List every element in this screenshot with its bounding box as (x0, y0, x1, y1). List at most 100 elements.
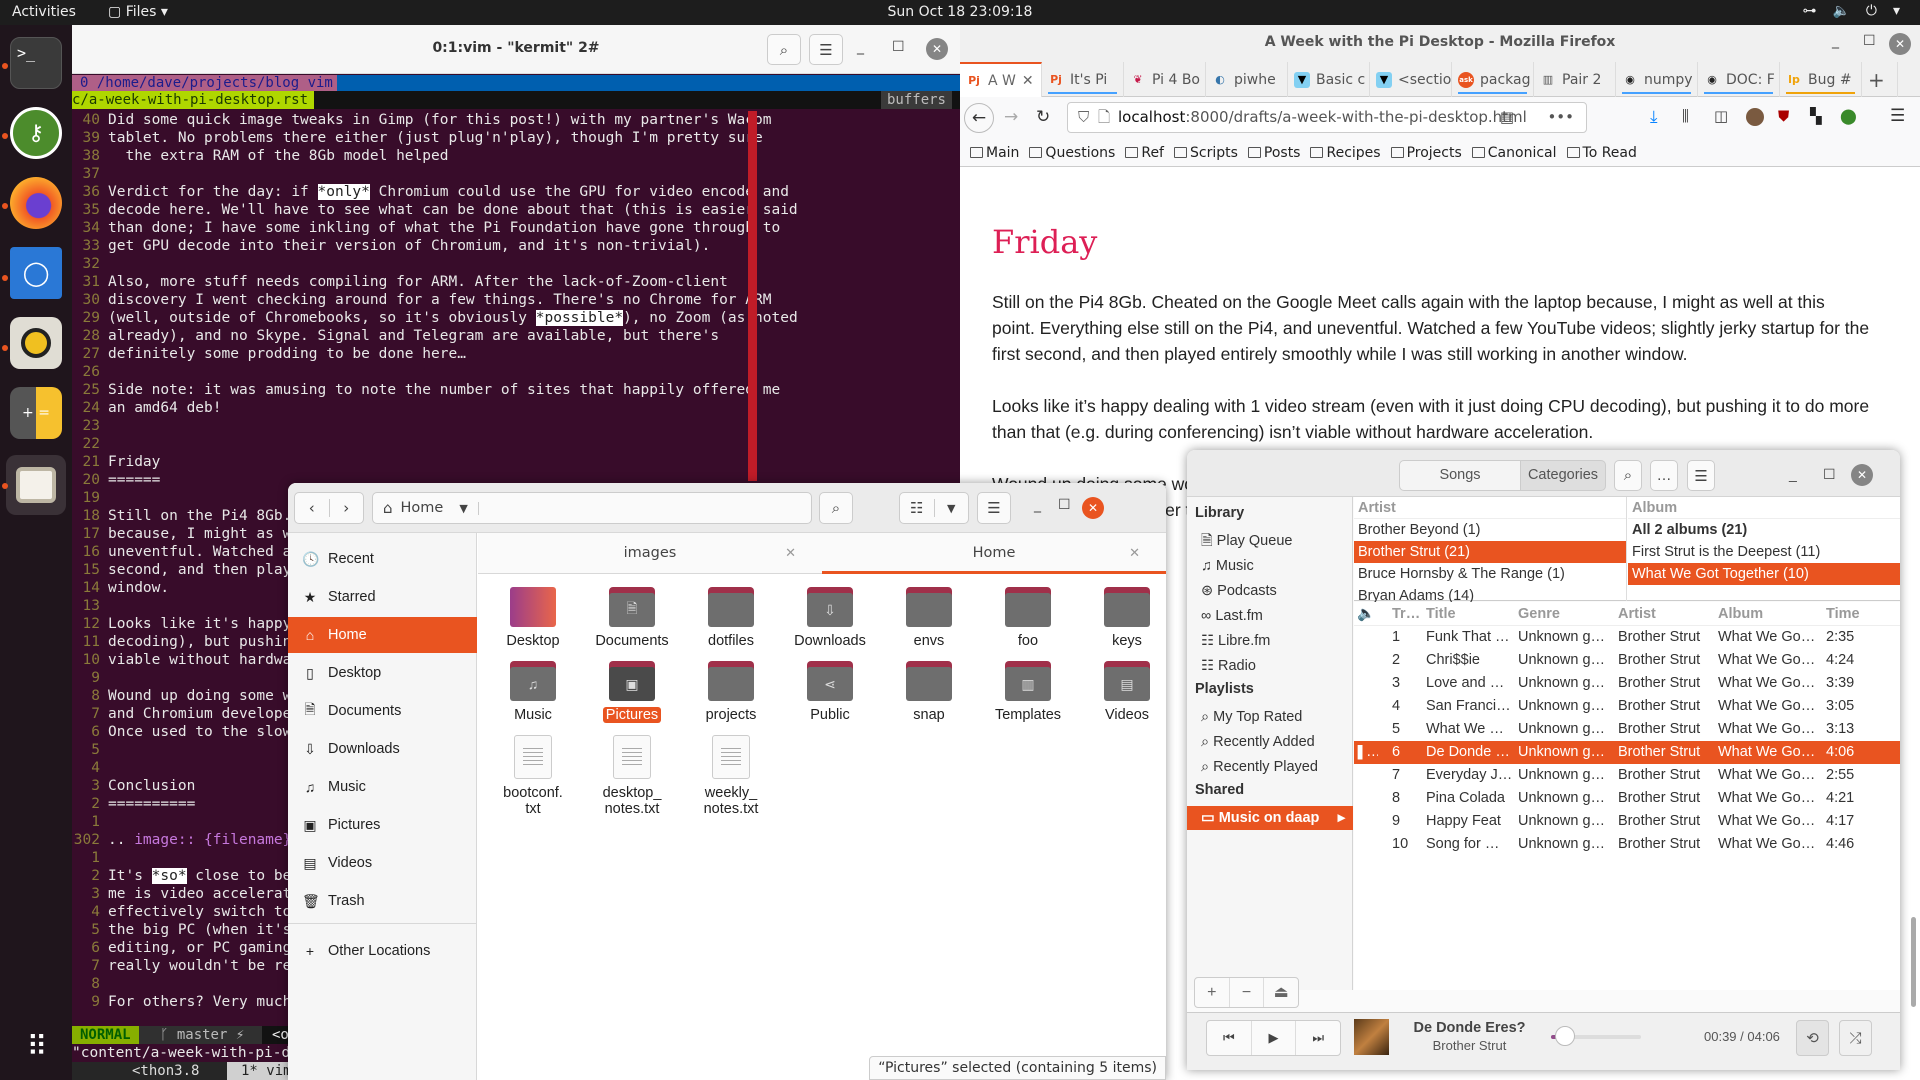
album-row[interactable]: What We Got Together (10) (1628, 563, 1900, 585)
chevron-down-icon[interactable]: ▼ (459, 501, 479, 515)
artist-row[interactable]: Bruce Hornsby & The Range (1) (1354, 563, 1626, 585)
tab-close-icon[interactable]: ✕ (1022, 73, 1034, 89)
power-icon[interactable]: ⏻ (1866, 3, 1877, 19)
show-applications-icon[interactable]: ⠿ (10, 1020, 62, 1072)
track-row[interactable]: ❚❚ 6 De Donde … Unknown g… Brother Strut What… (1354, 741, 1900, 764)
sidebar-item-other-locations[interactable]: + Other Locations (288, 933, 477, 969)
dock-rhythmbox-icon[interactable] (10, 317, 62, 369)
file-item[interactable]: snap (880, 661, 978, 723)
sidebar-icon[interactable]: ◫ (1714, 107, 1728, 125)
reload-button[interactable]: ↻ (1036, 107, 1050, 127)
activities-button[interactable]: Activities (12, 4, 76, 20)
back-button[interactable]: ‹ (295, 499, 330, 517)
menu-button[interactable]: ☰ (1687, 460, 1715, 491)
extensions-grid-icon[interactable]: ▚ (1810, 107, 1822, 125)
maximize-button[interactable]: ☐ (892, 39, 905, 55)
menu-arrow-icon[interactable]: ▾ (1893, 3, 1900, 19)
account-avatar[interactable] (1746, 108, 1764, 126)
browser-tab[interactable]: ◐ piwhe (1206, 62, 1288, 97)
sidebar-item-play-queue[interactable]: 🗎 Play Queue (1187, 529, 1353, 553)
track-row[interactable]: 1 Funk That … Unknown g… Brother Strut What … (1354, 626, 1900, 649)
column-header-genre[interactable]: Genre (1514, 602, 1614, 625)
menu-button[interactable]: ☰ (977, 492, 1011, 524)
hamburger-icon[interactable]: ☰ (1890, 106, 1905, 126)
close-button[interactable]: ✕ (926, 38, 948, 60)
library-icon[interactable]: ⫼ (1682, 107, 1689, 125)
sidebar-item-libre-fm[interactable]: ☷ Libre.fm (1187, 629, 1353, 653)
album-row[interactable]: All 2 albums (21) (1628, 519, 1900, 541)
dock-keepassxc-icon[interactable]: ⚷ (10, 107, 62, 159)
rhythmbox-headerbar[interactable]: Songs Categories ⌕ … ☰ _ ☐ ✕ (1187, 450, 1900, 497)
sidebar-item-music[interactable]: ♫ Music (288, 769, 477, 805)
browser-tab[interactable]: ▼ Basic c (1288, 62, 1370, 97)
dock-calculator-icon[interactable]: + = (10, 387, 62, 439)
categories-view-button[interactable]: Categories (1520, 460, 1606, 491)
more-button[interactable]: … (1650, 460, 1678, 491)
shuffle-button[interactable]: ⤮ (1839, 1020, 1872, 1056)
sidebar-item-desktop[interactable]: ▯ Desktop (288, 655, 477, 691)
next-button[interactable]: ⏭ (1296, 1021, 1340, 1055)
page-actions-icon[interactable]: ••• (1547, 103, 1574, 132)
album-row[interactable]: First Strut is the Deepest (11) (1628, 541, 1900, 563)
app-menu-files[interactable]: ▢ Files ▾ (108, 4, 168, 20)
browser-tab[interactable]: ◉ numpy (1616, 62, 1698, 97)
network-icon[interactable]: ⊶ (1802, 3, 1816, 19)
sidebar-item-playlist[interactable]: ⌕ Recently Played (1187, 755, 1353, 779)
bookmark-folder[interactable]: To Read (1566, 145, 1637, 161)
download-icon[interactable]: ⤓ (1650, 107, 1658, 127)
sidebar-item-music[interactable]: ♫ Music (1187, 554, 1353, 578)
sidebar-item-trash[interactable]: 🗑 Trash (288, 883, 477, 919)
tab-close-icon[interactable]: ✕ (1129, 533, 1140, 574)
previous-button[interactable]: ⏮ (1207, 1021, 1252, 1055)
file-item[interactable]: dotfiles (682, 587, 780, 649)
sidebar-item-recent[interactable]: 🕓 Recent (288, 541, 477, 577)
terminal-titlebar[interactable]: 0:1:vim - "kermit" 2# ⌕ ☰ _ ☐ ✕ (72, 25, 960, 74)
remove-button[interactable]: − (1230, 978, 1265, 1007)
dock-quassel-icon[interactable]: ◯ (10, 247, 62, 299)
path-bar[interactable]: ⌂ Home ▼ (372, 492, 812, 524)
sidebar-item-documents[interactable]: 🗎 Documents (288, 693, 477, 729)
file-item[interactable]: ▤ Videos (1078, 661, 1166, 723)
artist-row[interactable]: Brother Strut (21) (1354, 541, 1626, 563)
vim-tab-file[interactable]: c/a-week-with-pi-desktop.rst (72, 91, 315, 109)
files-tab-home[interactable]: Home ✕ (822, 533, 1166, 574)
track-row[interactable]: 3 Love and … Unknown g… Brother Strut What W… (1354, 672, 1900, 695)
track-row[interactable]: 9 Happy Feat Unknown g… Brother Strut What W… (1354, 810, 1900, 833)
artist-header[interactable]: Artist (1354, 497, 1626, 519)
sidebar-item-last-fm[interactable]: ∞ Last.fm (1187, 604, 1353, 628)
browser-tab[interactable]: ◉ DOC: F (1698, 62, 1780, 97)
system-tray[interactable]: ⊶ 🔈 ⏻ ▾ (1802, 3, 1900, 19)
maximize-button[interactable]: ☐ (1863, 33, 1876, 49)
browser-tab[interactable]: Pj A W ✕ (960, 62, 1042, 97)
bookmark-folder[interactable]: Recipes (1310, 145, 1381, 161)
sidebar-item-radio[interactable]: ☷ Radio (1187, 654, 1353, 678)
file-item[interactable]: projects (682, 661, 780, 723)
seek-handle[interactable] (1555, 1026, 1576, 1046)
forward-button[interactable]: › (330, 499, 364, 517)
close-button[interactable]: ✕ (1851, 464, 1873, 486)
dock-firefox-icon[interactable] (10, 177, 62, 229)
browser-tab[interactable]: lp Bug # (1780, 62, 1862, 97)
bookmark-folder[interactable]: Posts (1247, 145, 1300, 161)
songs-view-button[interactable]: Songs (1399, 460, 1521, 491)
file-item[interactable]: ▥ Templates (979, 661, 1077, 723)
chevron-down-icon[interactable]: ▼ (935, 502, 969, 515)
track-row[interactable]: 10 Song for … Unknown g… Brother Strut What … (1354, 833, 1900, 856)
search-button[interactable]: ⌕ (819, 492, 853, 524)
file-item[interactable]: keys (1078, 587, 1166, 649)
browser-tab[interactable]: ▼ <sectio (1370, 62, 1452, 97)
url-bar[interactable]: ⛉ 🗋 localhost:8000/drafts/a-week-with-th… (1067, 102, 1587, 133)
track-row[interactable]: 8 Pina Colada Unknown g… Brother Strut What … (1354, 787, 1900, 810)
dock-terminal-icon[interactable]: >_ (10, 37, 62, 89)
back-button[interactable]: ← (964, 103, 994, 133)
browser-tab[interactable]: ask packag (1452, 62, 1534, 97)
file-item[interactable]: ⇩ Downloads (781, 587, 879, 649)
path-home[interactable]: Home (401, 500, 444, 516)
terminal-menu-button[interactable]: ☰ (809, 34, 843, 65)
file-item[interactable]: weekly_ notes.txt (682, 735, 780, 817)
firefox-titlebar[interactable]: A Week with the Pi Desktop - Mozilla Fir… (960, 25, 1920, 62)
add-playlist-button[interactable]: + (1195, 978, 1230, 1007)
file-item[interactable]: ⋖ Public (781, 661, 879, 723)
shield-icon[interactable]: ⛉ (1078, 103, 1089, 132)
album-header[interactable]: Album (1628, 497, 1900, 519)
